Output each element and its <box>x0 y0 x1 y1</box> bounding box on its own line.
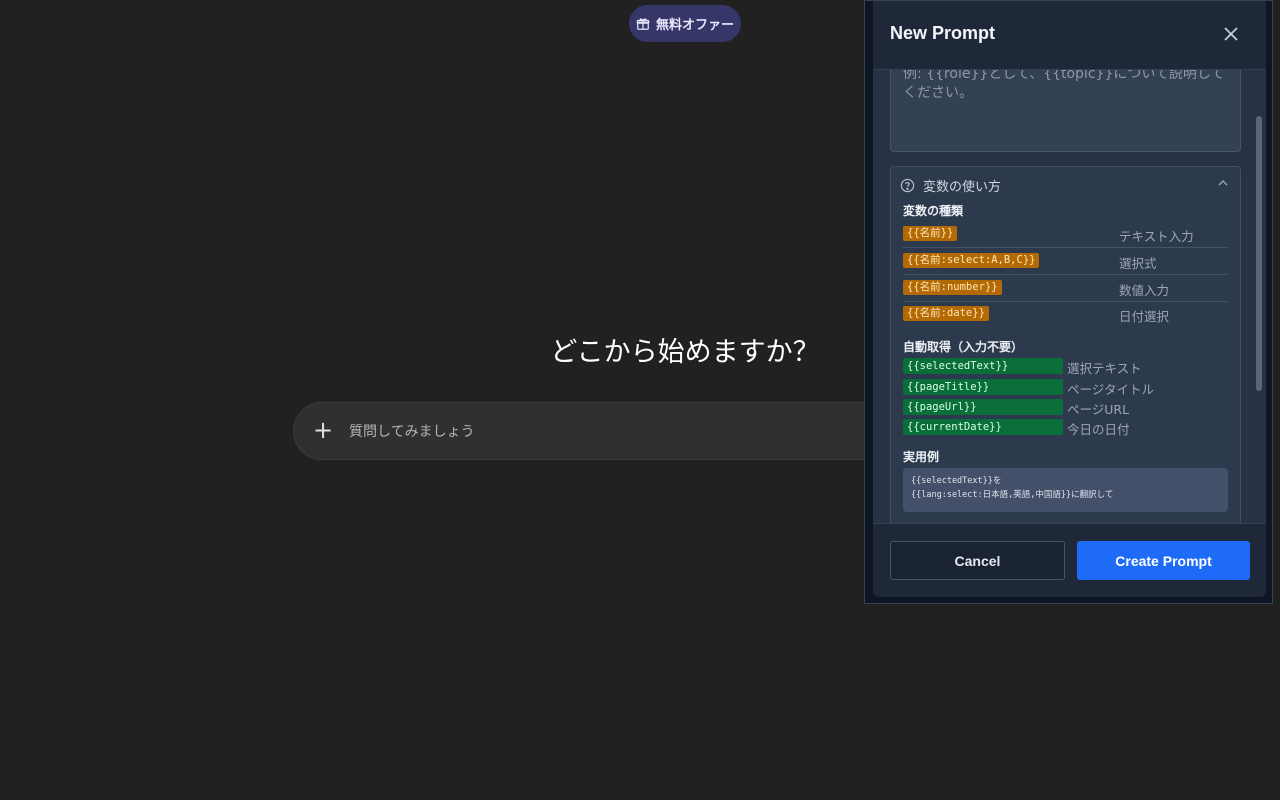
auto-variable-desc: 今日の日付 <box>1067 422 1130 437</box>
example-line: {{selectedText}}を <box>911 476 1002 486</box>
example-code-box: {{selectedText}}を {{lang:select:日本語,英語,中… <box>903 468 1228 512</box>
auto-variable-desc: ページタイトル <box>1067 382 1155 397</box>
variable-type-row: {{名前:select:A,B,C}} 選択式 <box>903 248 1228 275</box>
auto-variables-title: 自動取得（入力不要） <box>903 340 1024 354</box>
auto-variable-tag: {{currentDate}} <box>903 419 1063 435</box>
example-line: {{lang:select:日本語,英語,中国語}}に翻訳して <box>911 490 1114 500</box>
plus-icon[interactable]: + <box>312 418 334 442</box>
create-prompt-button[interactable]: Create Prompt <box>1077 541 1250 580</box>
dialog-body[interactable]: 例: {{role}}として、{{topic}}について説明してください。 変数… <box>873 70 1266 523</box>
variable-types-title: 変数の種類 <box>903 204 964 218</box>
prompt-panel: New Prompt 例: {{role}}として、{{topic}}について説… <box>864 0 1273 604</box>
variable-type-row: {{名前}} テキスト入力 <box>903 221 1228 248</box>
auto-variable-tag: {{pageUrl}} <box>903 399 1063 415</box>
variable-type-row: {{名前:date}} 日付選択 <box>903 301 1228 328</box>
variable-tag: {{名前:number}} <box>903 280 1002 295</box>
variable-tag: {{名前:date}} <box>903 306 989 321</box>
auto-variable-row: {{pageUrl}} ページURL <box>903 399 1233 417</box>
free-offer-button[interactable]: 無料オファー <box>629 5 741 42</box>
auto-variable-tag: {{selectedText}} <box>903 358 1063 374</box>
free-offer-label: 無料オファー <box>655 18 734 33</box>
variable-desc: テキスト入力 <box>1119 229 1194 244</box>
close-icon[interactable] <box>1221 24 1241 44</box>
dialog-scrollbar[interactable] <box>1256 116 1262 391</box>
auto-variable-desc: 選択テキスト <box>1067 361 1142 376</box>
variable-tag: {{名前:select:A,B,C}} <box>903 253 1040 268</box>
dialog-header: New Prompt <box>873 1 1266 70</box>
auto-variable-row: {{currentDate}} 今日の日付 <box>903 419 1233 437</box>
auto-variable-row: {{pageTitle}} ページタイトル <box>903 379 1233 397</box>
variable-type-row: {{名前:number}} 数値入力 <box>903 275 1228 302</box>
cancel-button[interactable]: Cancel <box>890 541 1065 580</box>
new-prompt-dialog: New Prompt 例: {{role}}として、{{topic}}について説… <box>873 1 1266 597</box>
variable-help-toggle[interactable]: 変数の使い方 <box>900 176 1001 195</box>
chevron-up-icon[interactable] <box>1217 177 1229 189</box>
example-title: 実用例 <box>903 450 940 464</box>
variable-help-panel: 変数の使い方 変数の種類 {{名前}} テキスト入力 {{名前:select:A… <box>890 166 1241 523</box>
composer-placeholder: 質問してみましょう <box>349 424 475 440</box>
variable-desc: 数値入力 <box>1119 283 1170 298</box>
gift-icon <box>636 17 650 30</box>
variable-tag: {{名前}} <box>903 226 958 241</box>
dialog-footer: Cancel Create Prompt <box>873 523 1266 597</box>
auto-variable-tag: {{pageTitle}} <box>903 379 1063 395</box>
auto-variable-desc: ページURL <box>1067 402 1130 417</box>
prompt-textarea[interactable]: 例: {{role}}として、{{topic}}について説明してください。 <box>890 70 1241 152</box>
variable-help-label: 変数の使い方 <box>923 180 1002 195</box>
auto-variable-row: {{selectedText}} 選択テキスト <box>903 358 1233 376</box>
help-circle-icon <box>900 178 915 193</box>
dialog-title: New Prompt <box>890 23 996 43</box>
variable-desc: 日付選択 <box>1119 309 1170 324</box>
variable-desc: 選択式 <box>1119 256 1157 271</box>
hero-title: どこから始めますか？ <box>550 337 820 368</box>
textarea-placeholder: 例: {{role}}として、{{topic}}について説明してください。 <box>903 70 1225 101</box>
